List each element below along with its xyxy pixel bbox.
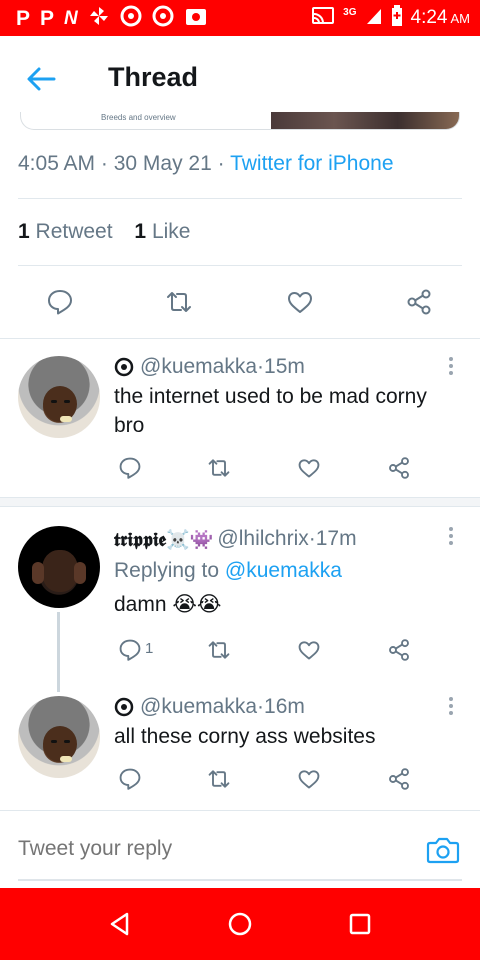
clock: 4:24 AM — [410, 7, 470, 28]
more-options-icon[interactable] — [448, 357, 454, 377]
link-card[interactable]: Breeds and overview — [20, 112, 460, 130]
tweet-handle[interactable]: @kuemakka — [140, 695, 257, 719]
retweets-link[interactable]: Retweet — [36, 220, 113, 243]
avatar[interactable] — [18, 356, 100, 438]
tweet-handle[interactable]: @kuemakka — [140, 355, 257, 379]
replying-to: Replying to @kuemakka — [114, 559, 342, 582]
input-underline — [18, 879, 462, 881]
tweet-time: 16m — [264, 695, 305, 718]
camera-icon — [184, 5, 208, 32]
card-image — [271, 112, 459, 129]
heart-icon[interactable] — [286, 288, 314, 316]
more-options-icon[interactable] — [448, 697, 454, 717]
status-bar: P P N 3G 4:24 AM — [0, 0, 480, 36]
reply-icon[interactable] — [118, 456, 142, 480]
tweet-handle[interactable]: @lhilchrix — [217, 527, 308, 551]
tweet-time: 17m — [315, 527, 357, 550]
battery-icon — [391, 4, 403, 32]
share-icon[interactable] — [387, 638, 411, 662]
tweet-source[interactable]: Twitter for iPhone — [230, 152, 393, 175]
arrow-left-icon[interactable] — [26, 66, 56, 92]
divider — [0, 338, 480, 339]
tweet-text: all these corny ass websites — [114, 725, 376, 748]
tweet-header: 𝖙𝖗𝖎𝖕𝖕𝖎𝖊☠️👾 @lhilchrix · 17m — [114, 527, 357, 551]
likes-link[interactable]: Like — [152, 220, 191, 243]
tweet-meta: 4:05 AM · 30 May 21 · Twitter for iPhone — [18, 152, 394, 175]
page-title: Thread — [108, 62, 199, 92]
display-name[interactable]: 𝖙𝖗𝖎𝖕𝖕𝖎𝖊☠️👾 — [114, 528, 213, 551]
system-nav-bar — [0, 888, 480, 960]
cast-icon — [311, 6, 335, 31]
thread-connector — [57, 612, 60, 692]
share-icon[interactable] — [387, 767, 411, 791]
more-options-icon[interactable] — [448, 527, 454, 547]
tweet-time: 4:05 AM — [18, 152, 96, 175]
tweet-date: 30 May 21 — [113, 152, 212, 175]
tweet-text: the internet used to be mad corny bro — [114, 385, 427, 437]
home-circle-icon[interactable] — [226, 910, 254, 938]
news-icon: N — [64, 7, 78, 29]
reply-icon[interactable] — [46, 288, 74, 316]
avatar[interactable] — [18, 526, 100, 608]
target-icon — [114, 357, 134, 377]
reply-input[interactable] — [18, 837, 398, 861]
heart-icon[interactable] — [297, 767, 321, 791]
thread-separator — [0, 497, 480, 507]
avatar[interactable] — [18, 696, 100, 778]
tweet-header: @kuemakka · 16m — [114, 695, 305, 719]
reply-count: 1 — [145, 640, 154, 657]
network-type: 3G — [343, 6, 357, 18]
mention-link[interactable]: @kuemakka — [225, 559, 342, 582]
camera-icon[interactable] — [426, 835, 460, 865]
chrome-icon — [152, 5, 174, 32]
retweet-icon[interactable] — [207, 767, 231, 791]
tweet-header: @kuemakka · 15m — [114, 355, 305, 379]
card-caption: Breeds and overview — [101, 113, 176, 122]
signal-icon — [365, 6, 383, 31]
back-triangle-icon[interactable] — [106, 910, 134, 938]
app-header: Thread — [0, 36, 480, 120]
reply-icon[interactable] — [118, 638, 142, 662]
pinterest-icon: P — [16, 6, 31, 30]
recents-square-icon[interactable] — [346, 910, 374, 938]
target-icon — [114, 697, 134, 717]
divider — [18, 198, 462, 199]
heart-icon[interactable] — [297, 456, 321, 480]
share-icon[interactable] — [405, 288, 433, 316]
tweet-stats: 1 Retweet 1 Like — [18, 220, 190, 244]
retweet-icon[interactable] — [165, 288, 193, 316]
retweet-count: 1 — [18, 220, 30, 243]
pinterest-icon: P — [40, 6, 55, 30]
system-indicators: 3G 4:24 AM — [311, 4, 470, 32]
tweet-time: 15m — [264, 355, 305, 378]
retweet-icon[interactable] — [207, 456, 231, 480]
divider — [18, 265, 462, 266]
share-icon[interactable] — [387, 456, 411, 480]
tweet-text: damn 😭😭 — [114, 593, 222, 616]
chrome-icon — [120, 5, 142, 32]
like-count: 1 — [134, 220, 147, 243]
pinwheel-icon — [88, 5, 110, 32]
heart-icon[interactable] — [297, 638, 321, 662]
reply-icon[interactable] — [118, 767, 142, 791]
reply-composer — [0, 810, 480, 888]
retweet-icon[interactable] — [207, 638, 231, 662]
notification-icons: P P N — [16, 4, 208, 32]
